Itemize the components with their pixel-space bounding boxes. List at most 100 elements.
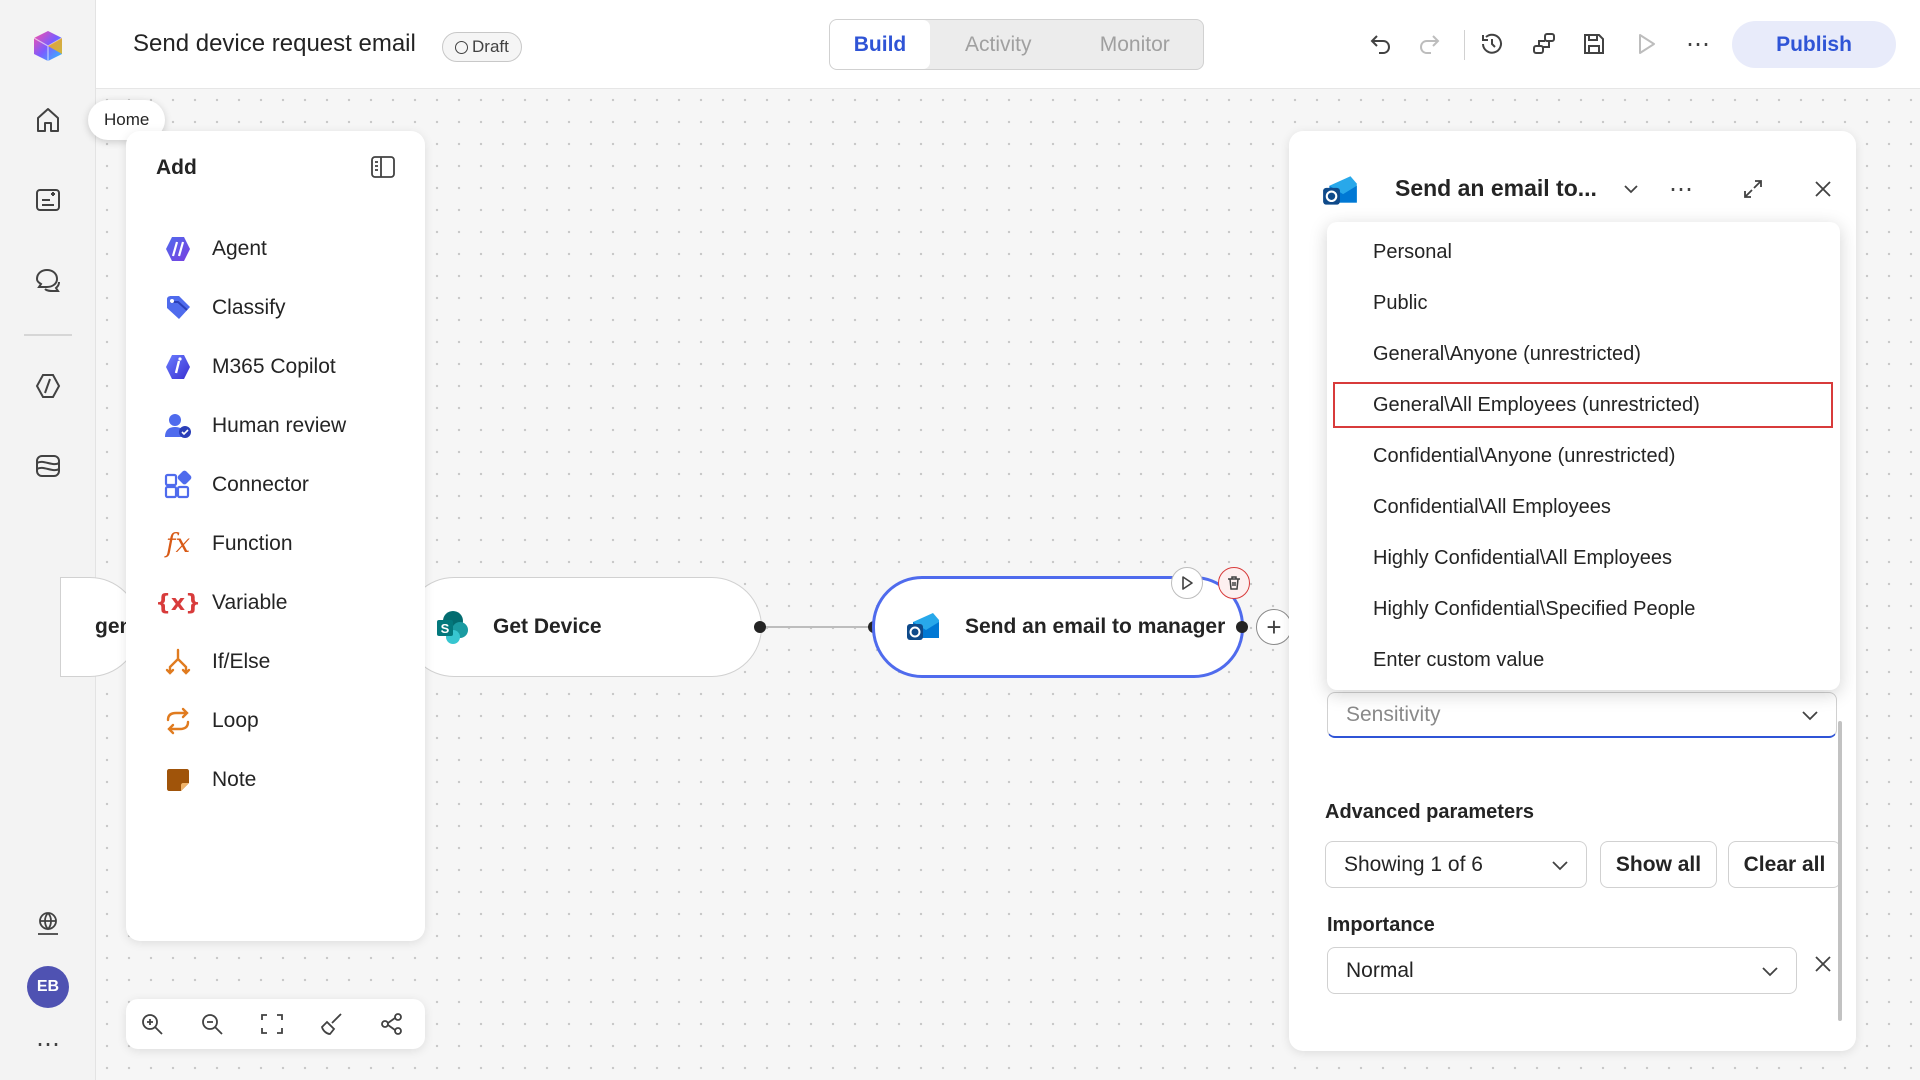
if-else-icon xyxy=(162,646,194,678)
dropdown-option[interactable]: Highly Confidential\All Employees xyxy=(1327,535,1840,581)
close-icon[interactable] xyxy=(1805,171,1841,207)
zoom-in-icon[interactable] xyxy=(136,1008,168,1040)
more-icon[interactable]: ⋯ xyxy=(24,1020,72,1068)
dropdown-option[interactable]: Personal xyxy=(1327,229,1840,275)
get-device-node[interactable]: S Get Device xyxy=(404,577,762,677)
dropdown-option[interactable]: General\Anyone (unrestricted) xyxy=(1327,331,1840,377)
get-device-label: Get Device xyxy=(493,615,602,638)
add-item-connector[interactable]: Connector xyxy=(162,463,402,507)
add-panel-title: Add xyxy=(156,156,197,179)
show-all-button[interactable]: Show all xyxy=(1600,841,1717,888)
canvas-toolbar xyxy=(126,999,425,1049)
svg-text:S: S xyxy=(441,621,450,636)
avatar[interactable]: EB xyxy=(27,966,69,1008)
variable-icon: {x} xyxy=(155,590,201,616)
advanced-parameters-select[interactable]: Showing 1 of 6 xyxy=(1325,841,1587,888)
human-review-icon xyxy=(162,410,194,442)
page-title: Send device request email xyxy=(133,30,416,57)
add-item-loop[interactable]: Loop xyxy=(162,699,402,743)
connector-icon xyxy=(162,469,194,501)
add-item-human-review[interactable]: Human review xyxy=(162,404,402,448)
tab-activity[interactable]: Activity xyxy=(930,20,1067,69)
chevron-down-icon xyxy=(1800,705,1820,725)
environment-icon[interactable] xyxy=(24,900,72,948)
importance-select[interactable]: Normal xyxy=(1327,947,1797,994)
delete-node-icon[interactable] xyxy=(1218,567,1250,599)
mode-switcher: Build Activity Monitor xyxy=(829,19,1204,70)
sensitivity-dropdown: Personal Public General\Anyone (unrestri… xyxy=(1327,222,1840,690)
home-icon[interactable] xyxy=(24,96,72,144)
advanced-select-value: Showing 1 of 6 xyxy=(1344,852,1483,876)
top-bar: Send device request email Draft Build Ac… xyxy=(96,0,1920,89)
add-item-agent[interactable]: Agent xyxy=(162,227,402,271)
add-item-classify[interactable]: Classify xyxy=(162,286,402,330)
add-item-label: Agent xyxy=(212,237,267,260)
dropdown-option[interactable]: Confidential\Anyone (unrestricted) xyxy=(1327,433,1840,479)
connector-line xyxy=(760,626,874,628)
output-port-email[interactable] xyxy=(1236,621,1248,633)
sensitivity-select[interactable]: Sensitivity xyxy=(1327,692,1837,738)
app-logo-icon[interactable] xyxy=(24,22,72,70)
publish-button[interactable]: Publish xyxy=(1732,21,1896,68)
status-badge-label: Draft xyxy=(472,37,509,56)
fit-view-icon[interactable] xyxy=(256,1008,288,1040)
add-item-function[interactable]: fx Function xyxy=(162,522,402,566)
play-icon[interactable] xyxy=(1628,26,1664,62)
cleanup-icon[interactable] xyxy=(316,1008,348,1040)
dropdown-option[interactable]: Enter custom value xyxy=(1327,637,1840,683)
copilot-icon xyxy=(162,351,194,383)
advanced-parameters-label: Advanced parameters xyxy=(1325,801,1534,823)
left-rail: EB ⋯ xyxy=(0,0,96,1080)
chat-icon[interactable] xyxy=(24,256,72,304)
add-item-label: Human review xyxy=(212,414,347,437)
add-step-button[interactable]: + xyxy=(1256,609,1292,645)
tab-monitor[interactable]: Monitor xyxy=(1067,20,1204,69)
create-icon[interactable] xyxy=(24,176,72,224)
draft-circle-icon xyxy=(455,40,468,54)
dropdown-option[interactable]: Public xyxy=(1327,280,1840,326)
importance-label: Importance xyxy=(1327,914,1435,936)
loop-icon xyxy=(162,705,194,737)
more-options-icon[interactable]: ⋯ xyxy=(1680,26,1716,62)
dropdown-option[interactable]: Highly Confidential\Specified People xyxy=(1327,586,1840,632)
collapse-panel-icon[interactable] xyxy=(370,155,396,179)
sharepoint-icon: S xyxy=(433,608,471,646)
dropdown-option[interactable]: Confidential\All Employees xyxy=(1327,484,1840,530)
add-item-label: Loop xyxy=(212,709,259,732)
add-item-label: If/Else xyxy=(212,650,271,673)
add-item-if-else[interactable]: If/Else xyxy=(162,640,402,684)
status-badge: Draft xyxy=(442,32,522,62)
toolbar-divider xyxy=(1464,30,1465,60)
expand-icon[interactable] xyxy=(1735,171,1771,207)
add-item-variable[interactable]: {x} Variable xyxy=(155,581,402,625)
classify-icon xyxy=(162,292,194,324)
clear-all-button[interactable]: Clear all xyxy=(1728,841,1841,888)
tab-build[interactable]: Build xyxy=(830,20,930,69)
add-item-m365-copilot[interactable]: M365 Copilot xyxy=(162,345,402,389)
importance-value: Normal xyxy=(1346,958,1414,982)
agent-icon xyxy=(162,233,194,265)
minimap-icon[interactable] xyxy=(376,1008,408,1040)
zoom-out-icon[interactable] xyxy=(196,1008,228,1040)
save-icon[interactable] xyxy=(1576,26,1612,62)
dropdown-option-highlighted[interactable]: General\All Employees (unrestricted) xyxy=(1333,382,1833,428)
add-item-label: Classify xyxy=(212,296,286,319)
flows-icon[interactable] xyxy=(24,442,72,490)
scrollbar-thumb[interactable] xyxy=(1838,721,1842,1021)
run-node-icon[interactable] xyxy=(1171,567,1203,599)
chevron-down-icon xyxy=(1760,961,1780,981)
chevron-down-icon[interactable] xyxy=(1613,171,1649,207)
rail-divider xyxy=(24,334,72,336)
outlook-icon xyxy=(905,608,943,646)
undo-icon[interactable] xyxy=(1362,26,1398,62)
redo-icon[interactable] xyxy=(1412,26,1448,62)
history-icon[interactable] xyxy=(1474,26,1510,62)
more-options-icon[interactable]: ⋯ xyxy=(1663,171,1699,207)
sensitivity-placeholder: Sensitivity xyxy=(1346,702,1441,726)
agents-icon[interactable] xyxy=(24,362,72,410)
output-port[interactable] xyxy=(754,621,766,633)
add-item-label: Function xyxy=(212,532,293,555)
connections-icon[interactable] xyxy=(1526,26,1562,62)
chevron-down-icon xyxy=(1550,855,1570,875)
add-item-note[interactable]: Note xyxy=(162,758,402,802)
